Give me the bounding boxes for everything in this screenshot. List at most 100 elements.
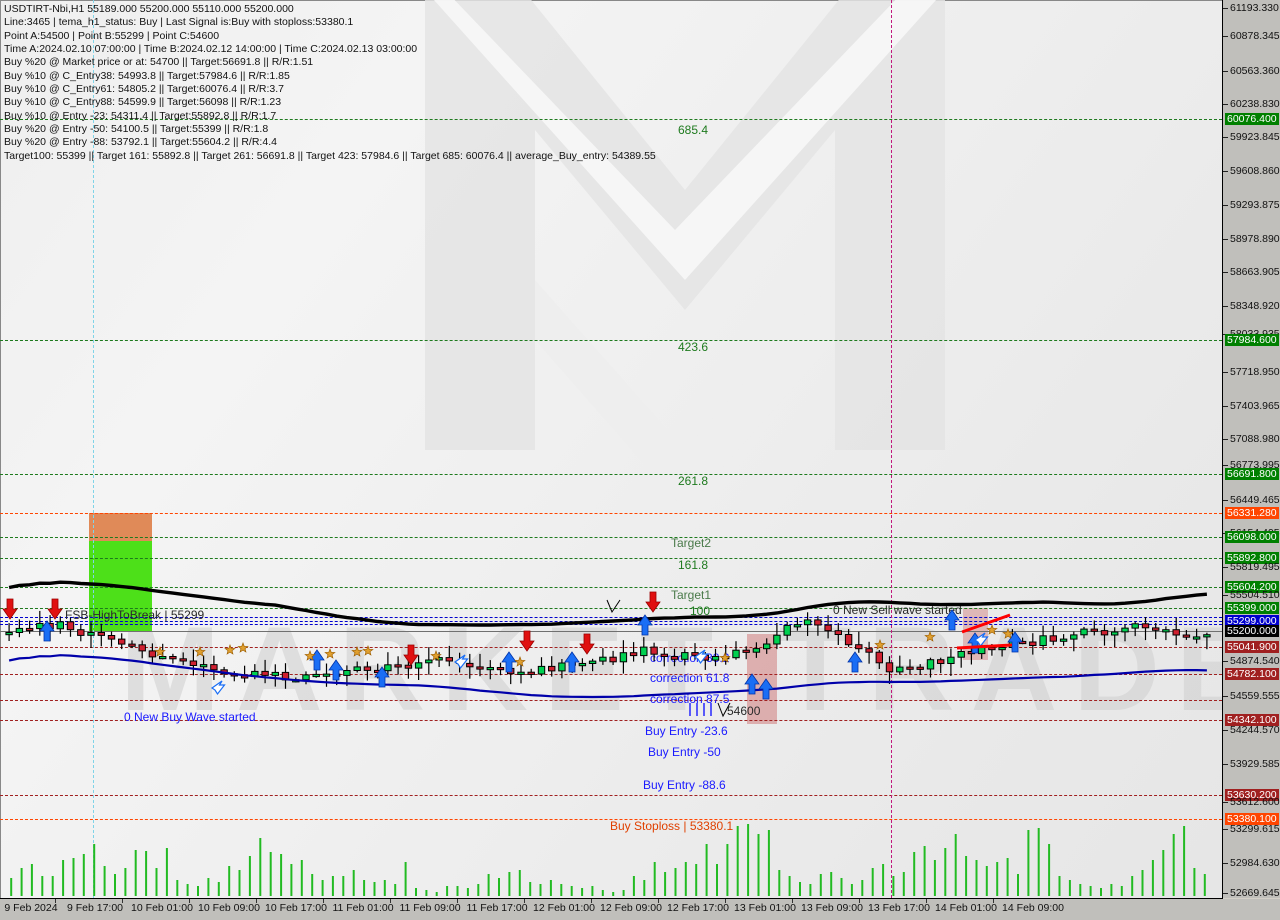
candle-body	[354, 667, 360, 671]
time-tick	[55, 899, 56, 903]
candle-body	[948, 657, 954, 663]
buy-arrow-icon	[502, 652, 516, 672]
time-tick-label: 12 Feb 01:00	[533, 902, 595, 914]
candle-body	[620, 653, 626, 662]
sell-arrow-icon	[580, 634, 594, 654]
price-tag-highlight: 56331.280	[1225, 507, 1279, 519]
chart-annotation: correction 38.2	[650, 651, 729, 665]
price-tick-label: 60238.830	[1230, 98, 1280, 110]
candle-body	[1060, 639, 1066, 641]
price-tick	[1223, 764, 1228, 765]
chart-annotation: Target1	[671, 588, 711, 602]
price-tick	[1223, 863, 1228, 864]
moving-average-fast	[9, 655, 1207, 697]
price-tick	[1223, 171, 1228, 172]
chart-annotation: Buy Entry -88.6	[643, 778, 726, 792]
candle-body	[129, 644, 135, 646]
price-level-line	[0, 674, 1222, 675]
price-tick-label: 58348.920	[1230, 300, 1280, 312]
time-tick	[993, 899, 994, 903]
star-marker-icon	[155, 647, 165, 656]
chart-info-line-4: Buy %20 @ Market price or at: 54700 || T…	[4, 56, 656, 69]
time-tick	[725, 899, 726, 903]
candle-body	[1204, 635, 1210, 637]
candle-body	[938, 660, 944, 664]
candle-body	[876, 652, 882, 663]
price-tick	[1223, 567, 1228, 568]
candle-body	[897, 667, 903, 672]
chart-info-line-9: Buy %20 @ Entry -50: 54100.5 || Target:5…	[4, 123, 656, 136]
sell-arrow-icon	[48, 599, 62, 619]
chart-info-line-6: Buy %10 @ C_Entry61: 54805.2 || Target:6…	[4, 83, 656, 96]
candle-body	[200, 665, 206, 667]
sell-arrow-icon	[646, 592, 660, 612]
candle-body	[98, 633, 104, 636]
price-tick-label: 58978.890	[1230, 233, 1280, 245]
price-tick-label: 52984.630	[1230, 857, 1280, 869]
candle-body	[190, 661, 196, 666]
price-tick-label: 53299.615	[1230, 823, 1280, 835]
chart-annotation: 261.8	[678, 474, 708, 488]
price-tag-highlight: 55200.000	[1225, 625, 1279, 637]
price-tick-label: 54244.570	[1230, 724, 1280, 736]
star-marker-icon	[515, 657, 525, 666]
candle-body	[119, 639, 125, 644]
chart-info-line-8: Buy %10 @ Entry -23: 54311.4 || Target:5…	[4, 110, 656, 123]
candle-body	[456, 661, 462, 663]
sell-arrow-icon	[520, 631, 534, 651]
price-tick	[1223, 696, 1228, 697]
candle-body	[600, 657, 606, 661]
price-tick-label: 60563.360	[1230, 65, 1280, 77]
chart-info-line-2: Point A:54500 | Point B:55299 | Point C:…	[4, 30, 656, 43]
price-tick	[1223, 104, 1228, 105]
candle-body	[108, 636, 114, 640]
candle-body	[180, 659, 186, 661]
chart-plot-area[interactable]: MARKET TRADE 685.4423.6261.8Target2161.8…	[0, 0, 1223, 899]
time-tick	[189, 899, 190, 903]
time-tick-label: 10 Feb 01:00	[131, 902, 193, 914]
chart-annotation: correction 61.8	[650, 671, 729, 685]
price-scale[interactable]: 61193.33060878.34560563.36060238.8306007…	[1223, 0, 1280, 898]
price-tick	[1223, 893, 1228, 894]
time-tick	[390, 899, 391, 903]
candle-body	[1050, 636, 1056, 641]
price-tag-highlight: 60076.400	[1225, 113, 1279, 125]
sell-arrow-icon	[404, 645, 418, 665]
price-tick-label: 54559.555	[1230, 690, 1280, 702]
time-tick-label: 10 Feb 17:00	[265, 902, 327, 914]
price-tick	[1223, 802, 1228, 803]
symbol-ohlc-line: USDTIRT-Nbi,H1 55189.000 55200.000 55110…	[4, 3, 656, 16]
candle-body	[1183, 635, 1189, 637]
candle-body	[794, 625, 800, 627]
time-tick-label: 9 Feb 17:00	[67, 902, 123, 914]
chart-annotation: Buy Entry -23.6	[645, 724, 728, 738]
candle-body	[426, 660, 432, 663]
chart-info-line-1: Line:3465 | tema_h1_status: Buy | Last S…	[4, 16, 656, 29]
price-tick-label: 61193.330	[1230, 2, 1279, 14]
time-tick-label: 12 Feb 17:00	[667, 902, 729, 914]
candle-body	[415, 663, 421, 668]
chart-annotation: correction 87.5	[650, 692, 729, 706]
time-scale[interactable]: 9 Feb 20249 Feb 17:0010 Feb 01:0010 Feb …	[0, 899, 1280, 920]
price-tick	[1223, 272, 1228, 273]
chart-info-header: USDTIRT-Nbi,H1 55189.000 55200.000 55110…	[4, 3, 656, 163]
chart-annotation: 161.8	[678, 558, 708, 572]
buy-arrow-icon	[638, 615, 652, 635]
time-tick	[658, 899, 659, 903]
time-tick-label: 10 Feb 09:00	[198, 902, 260, 914]
star-marker-icon	[305, 651, 315, 660]
time-tick	[524, 899, 525, 903]
candle-body	[1071, 635, 1077, 639]
time-tick	[591, 899, 592, 903]
candle-body	[907, 667, 913, 669]
candle-body	[508, 668, 514, 673]
time-tick	[792, 899, 793, 903]
candle-body	[375, 670, 381, 672]
candle-body	[446, 658, 452, 661]
chart-info-line-5: Buy %10 @ C_Entry38: 54993.8 || Target:5…	[4, 70, 656, 83]
time-tick-label: 11 Feb 17:00	[466, 902, 527, 914]
price-tick-label: 55504.510	[1230, 589, 1280, 601]
time-tick-label: 13 Feb 09:00	[801, 902, 863, 914]
time-tick	[256, 899, 257, 903]
price-tag-highlight: 55399.000	[1225, 602, 1279, 614]
